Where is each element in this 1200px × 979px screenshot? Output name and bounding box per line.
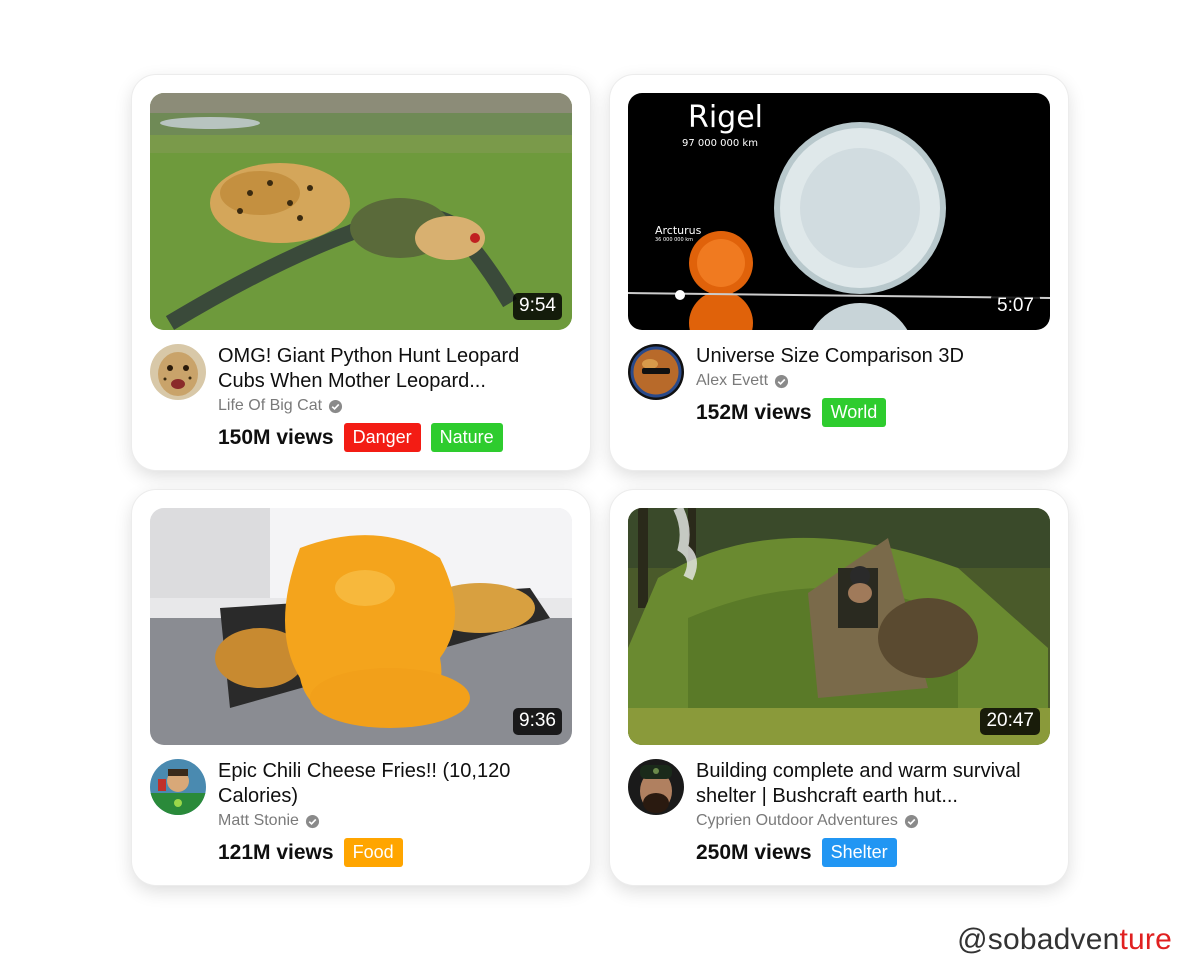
- channel-name-row: Matt Stonie: [218, 810, 568, 832]
- view-count: 150M views: [218, 425, 334, 449]
- cheetah-avatar-image: [150, 344, 206, 400]
- video-title[interactable]: Universe Size Comparison 3D: [696, 344, 1046, 369]
- watermark: @sobadventure: [957, 923, 1172, 957]
- channel-name-row: Cyprien Outdoor Adventures: [696, 810, 1046, 832]
- chili-cheese-fries-thumbnail-image: [150, 508, 572, 745]
- channel-name[interactable]: Cyprien Outdoor Adventures: [696, 810, 898, 832]
- channel-avatar[interactable]: [150, 344, 206, 400]
- video-duration: 20:47: [980, 708, 1040, 735]
- channel-name-row: Alex Evett: [696, 370, 1046, 392]
- tag-nature: Nature: [430, 423, 503, 452]
- channel-name[interactable]: Life Of Big Cat: [218, 395, 322, 417]
- video-card-1[interactable]: 9:54 OMG! Giant Python Hunt Leopard Cubs…: [132, 75, 590, 470]
- video-card-4[interactable]: 20:47 Building complete and warm surviva…: [610, 490, 1068, 885]
- channel-name[interactable]: Alex Evett: [696, 370, 768, 392]
- tag-food: Food: [343, 838, 403, 867]
- video-duration: 5:07: [991, 293, 1040, 320]
- verified-check-icon: [305, 814, 320, 829]
- tag-world: World: [821, 398, 887, 427]
- video-title[interactable]: Epic Chili Cheese Fries!! (10,120 Calori…: [218, 759, 568, 809]
- video-thumbnail[interactable]: 9:54: [150, 93, 572, 330]
- thumbnail-label-arcturus-size: 36 000 000 km: [655, 237, 693, 243]
- video-title[interactable]: Building complete and warm survival shel…: [696, 759, 1046, 809]
- tag-danger: Danger: [343, 423, 421, 452]
- universe-size-thumbnail-image: Rigel 97 000 000 km Arcturus 36 000 000 …: [628, 93, 1050, 330]
- view-count: 121M views: [218, 840, 334, 864]
- view-count: 152M views: [696, 400, 812, 424]
- channel-avatar[interactable]: [628, 759, 684, 815]
- channel-name[interactable]: Matt Stonie: [218, 810, 299, 832]
- thumbnail-label-rigel: Rigel: [688, 100, 763, 135]
- video-stats: 152M views World: [696, 398, 1046, 427]
- video-card-3[interactable]: 9:36 Epic Chili Cheese Fries!! (10,120 C…: [132, 490, 590, 885]
- verified-check-icon: [328, 399, 343, 414]
- video-meta: Universe Size Comparison 3D Alex Evett 1…: [696, 344, 1046, 427]
- video-title[interactable]: OMG! Giant Python Hunt Leopard Cubs When…: [218, 344, 568, 394]
- thumbnail-label-rigel-size: 97 000 000 km: [682, 138, 758, 149]
- video-thumbnail[interactable]: 9:36: [150, 508, 572, 745]
- video-thumbnail[interactable]: Rigel 97 000 000 km Arcturus 36 000 000 …: [628, 93, 1050, 330]
- video-stats: 121M views Food: [218, 838, 568, 867]
- view-count: 250M views: [696, 840, 812, 864]
- matt-stonie-avatar-image: [150, 759, 206, 815]
- channel-avatar[interactable]: [150, 759, 206, 815]
- globe-avatar-image: [628, 344, 684, 400]
- channel-avatar[interactable]: [628, 344, 684, 400]
- video-meta: Epic Chili Cheese Fries!! (10,120 Calori…: [218, 759, 568, 867]
- video-thumbnail[interactable]: 20:47: [628, 508, 1050, 745]
- verified-check-icon: [774, 374, 789, 389]
- video-meta: Building complete and warm survival shel…: [696, 759, 1046, 867]
- cyprien-avatar-image: [628, 759, 684, 815]
- channel-name-row: Life Of Big Cat: [218, 395, 568, 417]
- video-stats: 150M views Danger Nature: [218, 423, 568, 452]
- video-card-2[interactable]: Rigel 97 000 000 km Arcturus 36 000 000 …: [610, 75, 1068, 470]
- video-duration: 9:36: [513, 708, 562, 735]
- video-stats: 250M views Shelter: [696, 838, 1046, 867]
- thumbnail-label-arcturus: Arcturus: [655, 224, 702, 237]
- watermark-highlight: ture: [1119, 923, 1172, 956]
- verified-check-icon: [904, 814, 919, 829]
- watermark-prefix: @sobadven: [957, 923, 1120, 956]
- leopard-python-thumbnail-image: [150, 93, 572, 330]
- video-duration: 9:54: [513, 293, 562, 320]
- video-meta: OMG! Giant Python Hunt Leopard Cubs When…: [218, 344, 568, 452]
- tag-shelter: Shelter: [821, 838, 897, 867]
